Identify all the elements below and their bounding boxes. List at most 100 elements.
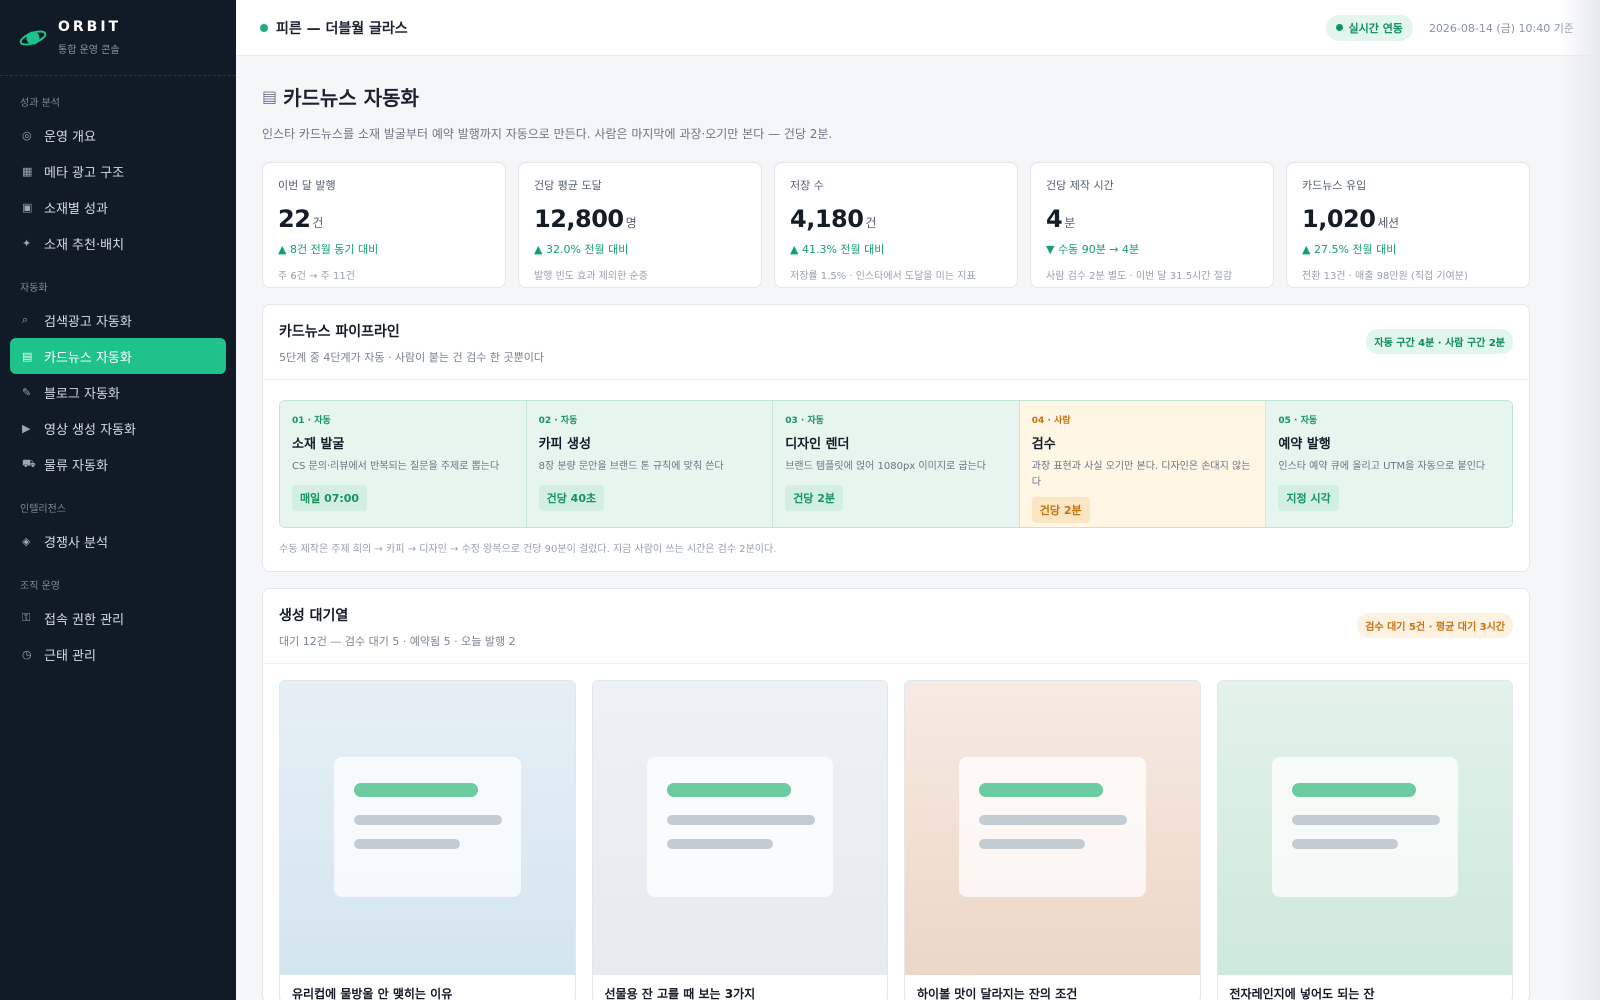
sidebar-item-label: 메타 광고 구조 [44, 165, 125, 181]
kpi-note: 발행 빈도 효과 제외한 순증 [534, 271, 648, 282]
kpi-number: 4,180 [790, 205, 864, 233]
queue-title: 생성 대기열 [279, 608, 349, 624]
pipeline-stage: 03 · 자동 디자인 렌더 브랜드 템플릿에 얹어 1080px 이미지로 굽는다… [773, 401, 1020, 527]
queue-card[interactable]: 하이볼 맛이 달라지는 잔의 조건 [904, 680, 1201, 1000]
main-content: ▤ 카드뉴스 자동화 인스타 카드뉴스를 소재 발굴부터 예약 발행까지 자동으… [236, 56, 1600, 1000]
sidebar-item[interactable]: ◈ 경쟁사 분석 [10, 523, 226, 559]
nav-section-title: 자동화 [20, 283, 48, 294]
kpi-number: 12,800 [534, 205, 624, 233]
sidebar-item-label: 블로그 자동화 [44, 386, 120, 402]
thumbnail-preview [334, 757, 521, 897]
queue-card-title: 선물용 잔 고를 때 보는 3가지 [604, 987, 756, 1000]
kpi-row: 이번 달 발행 22 건 ▲ 8건 전월 동기 대비 주 6건 → 주 11건 건당 평균… [262, 162, 1530, 288]
sidebar-item-label: 소재 추천·배치 [44, 237, 125, 253]
sidebar-item-label: 카드뉴스 자동화 [44, 350, 132, 366]
pipeline-stage: 04 · 사람 검수 과장 표현과 사실 오기만 본다. 디자인은 손대지 않는다 건… [1019, 401, 1267, 527]
kpi-unit: 세션 [1377, 216, 1399, 230]
overview-icon: ◎ [22, 128, 32, 142]
sidebar-item[interactable]: ▤ 카드뉴스 자동화 [10, 338, 226, 374]
preview-heading-bar [1291, 783, 1416, 797]
stage-name: 디자인 렌더 [785, 437, 850, 452]
sidebar-item[interactable]: ▶ 영상 생성 자동화 [10, 410, 226, 446]
sidebar-item-label: 근태 관리 [44, 648, 96, 664]
live-sync-label: 실시간 연동 [1348, 21, 1403, 35]
stage-name: 소재 발굴 [292, 437, 345, 452]
sidebar-item[interactable]: ◷ 근태 관리 [10, 636, 226, 672]
kpi-delta: ▲ 8건 전월 동기 대비 [278, 243, 379, 256]
sidebar-item-label: 접속 권한 관리 [44, 612, 125, 628]
queue-card[interactable]: 유리컵에 물방울 안 맺히는 이유 [279, 680, 576, 1000]
kpi-value: 4분 [1046, 205, 1258, 233]
status-dot-icon [260, 23, 268, 32]
sidebar-item[interactable]: ✎ 블로그 자동화 [10, 374, 226, 410]
queue-card-title: 전자레인지에 넣어도 되는 잔 [1229, 987, 1375, 1000]
stage-timing-chip: 건당 2분 [785, 485, 844, 511]
kpi-note: 사람 검수 2분 별도 · 이번 달 31.5시간 절감 [1046, 271, 1233, 282]
queue-card[interactable]: 선물용 잔 고를 때 보는 3가지 [591, 680, 888, 1000]
kpi-card: 저장 수 4,180 건 ▲ 41.3% 전월 대비 저장률 1.5% · 인스타에서 … [774, 162, 1018, 288]
sidebar-item[interactable]: ⛟ 물류 자동화 [10, 446, 226, 482]
sidebar-item[interactable]: ▦ 메타 광고 구조 [10, 153, 226, 189]
live-dot-icon [1335, 24, 1343, 31]
preview-text-line [354, 839, 460, 849]
preview-text-line [979, 839, 1085, 849]
kpi-note: 저장률 1.5% · 인스타에서 도달을 미는 지표 [790, 271, 976, 282]
sidebar-item[interactable]: ◎ 운영 개요 [10, 117, 226, 153]
stage-timing-chip: 건당 40초 [538, 485, 605, 511]
sidebar-nav: 성과 분석 ◎ 운영 개요 ▦ 메타 광고 구조 ▣ 소재별 성과 ✦ 소재 추천·배치자동화 ⌕… [0, 94, 236, 672]
sidebar-item[interactable]: ⌕ 검색광고 자동화 [10, 302, 226, 338]
ad-structure-icon: ▦ [22, 164, 33, 178]
kpi-unit: 명 [625, 216, 637, 230]
stage-timing-chip: 건당 2분 [1031, 497, 1090, 523]
queue-panel: 생성 대기열 대기 12건 — 검수 대기 5 · 예약됨 5 · 오늘 발행 … [262, 588, 1530, 1000]
stage-timing-chip: 지정 시각 [1278, 485, 1339, 511]
queue-subtitle: 대기 12건 — 검수 대기 5 · 예약됨 5 · 오늘 발행 2 [279, 635, 516, 648]
preview-text-line [666, 839, 773, 849]
pipeline-panel: 카드뉴스 파이프라인 5단계 중 4단계가 자동 · 사람이 붙는 건 검수 한… [262, 304, 1530, 572]
pipeline-title: 카드뉴스 파이프라인 [279, 324, 400, 340]
stage-name: 예약 발행 [1278, 437, 1331, 452]
brand[interactable]: ORBIT 통합 운영 콘솔 [0, 0, 236, 76]
sidebar-item[interactable]: ▣ 소재별 성과 [10, 189, 226, 225]
kpi-value: 22 건 [278, 205, 490, 233]
queue-card-list: 유리컵에 물방울 안 맺히는 이유 선물용 잔 고를 때 보는 3가지 하이볼 맛이… [263, 664, 1529, 1000]
sidebar-item[interactable]: ⚿ 접속 권한 관리 [10, 600, 226, 636]
workspace-title[interactable]: 피른 — 더블월 글라스 [276, 18, 408, 38]
preview-text-line [1291, 839, 1398, 849]
preview-text-line [666, 815, 815, 825]
kpi-card: 이번 달 발행 22 건 ▲ 8건 전월 동기 대비 주 6건 → 주 11건 [262, 162, 506, 288]
kpi-unit: 건 [865, 216, 876, 230]
nav-section-title: 조직 운영 [20, 581, 60, 592]
card-thumbnail [592, 681, 887, 975]
kpi-delta: ▼ 수동 90분 → 4분 [1046, 243, 1140, 256]
kpi-unit: 건 [312, 216, 323, 230]
queue-card[interactable]: 전자레인지에 넣어도 되는 잔 [1216, 680, 1513, 1000]
preview-text-line [979, 815, 1127, 825]
sparkle-icon: ✦ [22, 236, 32, 250]
sidebar-item-label: 영상 생성 자동화 [44, 422, 136, 438]
nav-section-title: 성과 분석 [20, 98, 60, 109]
pencil-icon: ✎ [22, 385, 32, 399]
thumbnail-preview [646, 757, 833, 897]
timestamp: 2026-08-14 (금) 10:40 기준 [1428, 21, 1574, 35]
pipeline-stage: 01 · 자동 소재 발굴 CS 문의·리뷰에서 반복되는 질문을 주제로 뽑는다 매… [280, 401, 527, 527]
page-description: 인스타 카드뉴스를 소재 발굴부터 예약 발행까지 자동으로 만든다. 사람은 … [262, 127, 833, 141]
kpi-label: 건당 평균 도달 [534, 179, 602, 192]
pipeline-stage: 02 · 자동 카피 생성 8장 분량 문안을 브랜드 톤 규칙에 맞춰 쓴다 건당 … [526, 401, 774, 527]
pipeline-subtitle: 5단계 중 4단계가 자동 · 사람이 붙는 건 검수 한 곳뿐이다 [279, 351, 544, 364]
kpi-number: 1,020 [1302, 205, 1376, 233]
thumbnail-preview [1271, 757, 1458, 897]
queue-card-title: 유리컵에 물방울 안 맺히는 이유 [292, 987, 453, 1000]
card-thumbnail [280, 681, 575, 975]
preview-text-line [1291, 815, 1440, 825]
topbar: 피른 — 더블월 글라스 실시간 연동 2026-08-14 (금) 10:40… [236, 0, 1600, 56]
kpi-card: 건당 평균 도달 12,800 명 ▲ 32.0% 전월 대비 발행 빈도 효과 제외한… [518, 162, 762, 288]
queue-card-title: 하이볼 맛이 달라지는 잔의 조건 [917, 987, 1078, 1000]
orbit-logo-icon [18, 23, 48, 53]
nav-section-title: 인텔리전스 [20, 504, 66, 515]
sidebar-item[interactable]: ✦ 소재 추천·배치 [10, 225, 226, 261]
stage-timing-chip: 매일 07:00 [292, 485, 368, 511]
kpi-unit: 분 [1064, 216, 1075, 230]
pipeline-time-badge: 자동 구간 4분 · 사람 구간 2분 [1366, 329, 1513, 354]
kpi-number: 22 [278, 205, 311, 233]
